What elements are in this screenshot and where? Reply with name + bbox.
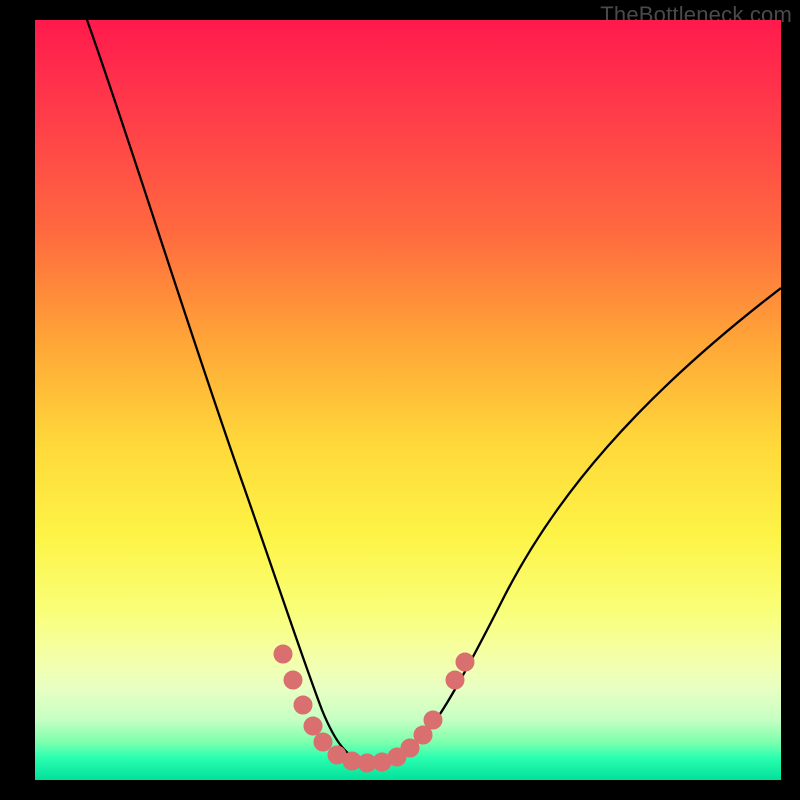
marker-dot (314, 733, 332, 751)
marker-dot (294, 696, 312, 714)
marker-dot (274, 645, 292, 663)
bottleneck-curve (87, 20, 781, 762)
outer-frame: TheBottleneck.com (0, 0, 800, 800)
marker-dot (456, 653, 474, 671)
marker-dot (446, 671, 464, 689)
marker-dot (284, 671, 302, 689)
plot-area (35, 20, 781, 780)
marker-dot (424, 711, 442, 729)
marker-dot (304, 717, 322, 735)
chart-svg (35, 20, 781, 780)
